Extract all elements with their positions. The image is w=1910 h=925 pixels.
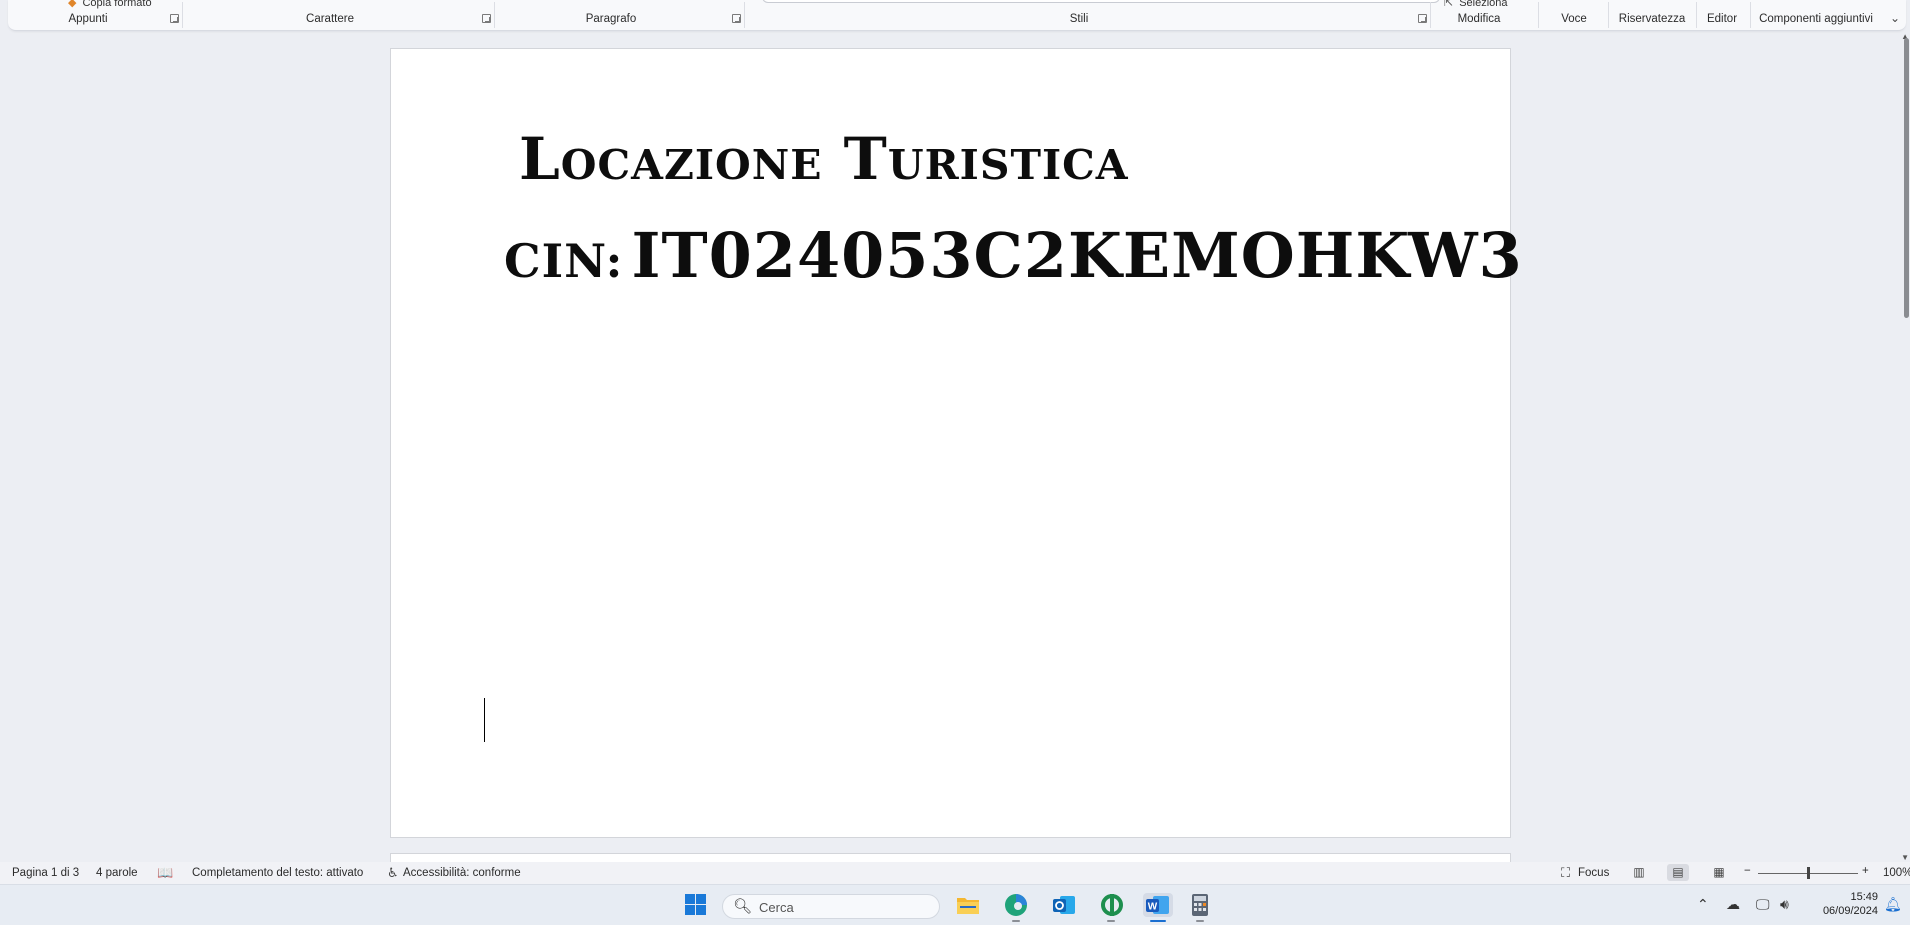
group-divider — [1696, 2, 1697, 28]
paintbrush-icon: ◆ — [68, 0, 77, 9]
outlook-graphic — [1053, 896, 1075, 914]
status-bar: Pagina 1 di 3 4 parole 📖 Completamento d… — [0, 862, 1910, 884]
zoom-slider-thumb[interactable] — [1807, 867, 1810, 879]
edge-graphic — [1005, 894, 1027, 916]
volume-icon[interactable]: 🔊︎ — [1780, 896, 1789, 913]
svg-text:W: W — [1148, 902, 1158, 913]
group-label-stili: Stili — [1069, 13, 1089, 25]
running-indicator — [1012, 920, 1020, 922]
search-placeholder: Cerca — [759, 900, 794, 915]
calculator-graphic — [1192, 894, 1208, 916]
group-divider — [182, 2, 183, 28]
accessibility-status[interactable]: Accessibilità: conforme — [403, 867, 521, 879]
word-icon[interactable]: W — [1143, 893, 1173, 917]
group-label-componenti: Componenti aggiuntivi — [1759, 13, 1873, 25]
format-painter-button[interactable]: ◆ Copia formato — [68, 0, 152, 9]
zoom-in-button[interactable]: + — [1862, 865, 1869, 877]
web-layout-icon[interactable]: ▦ — [1708, 864, 1730, 881]
windows-logo — [685, 894, 706, 915]
scrollbar-thumb[interactable] — [1904, 38, 1909, 318]
document-title-line: Locazione Turistica — [519, 125, 1129, 193]
group-divider — [1430, 2, 1431, 28]
green-app-icon[interactable] — [1099, 893, 1125, 917]
calculator-icon[interactable] — [1187, 893, 1213, 917]
green-app-graphic — [1101, 894, 1123, 916]
running-indicator — [1196, 920, 1204, 922]
group-label-carattere: Carattere — [306, 13, 354, 25]
group-divider — [494, 2, 495, 28]
group-label-paragrafo: Paragrafo — [585, 13, 637, 25]
document-page[interactable]: Locazione Turistica CIN: IT024053C2KEMOHK… — [390, 48, 1522, 838]
taskbar: 🔍︎ Cerca W ⌃ ☁ 🖵 🔊︎ 15:49 06/09/2024 🔔︎ — [0, 884, 1910, 925]
group-label-modifica: Modifica — [1457, 13, 1501, 25]
cin-label: CIN: — [504, 234, 624, 288]
group-divider — [1538, 2, 1539, 28]
focus-button[interactable]: Focus — [1578, 867, 1609, 879]
accessibility-icon: ♿ — [387, 865, 399, 880]
page-count[interactable]: Pagina 1 di 3 — [12, 867, 79, 879]
text-cursor — [484, 698, 485, 742]
text-prediction-status[interactable]: Completamento del testo: attivato — [192, 867, 363, 879]
dialog-launcher-icon[interactable] — [1418, 14, 1427, 23]
windows-start-icon[interactable] — [683, 893, 709, 917]
search-icon: 🔍︎ — [733, 898, 753, 915]
read-mode-icon[interactable]: ▥ — [1628, 864, 1650, 881]
group-label-riservatezza: Riservatezza — [1618, 13, 1686, 25]
group-label-editor: Editor — [1706, 13, 1738, 25]
cursor-select-icon: ⇱ — [1444, 0, 1454, 9]
zoom-out-button[interactable]: − — [1744, 865, 1751, 877]
vertical-scrollbar[interactable]: ▲ ▼ — [1900, 32, 1910, 862]
scroll-down-icon[interactable]: ▼ — [1901, 853, 1909, 862]
select-button[interactable]: ⇱ Seleziona — [1444, 0, 1508, 9]
outlook-icon[interactable] — [1051, 893, 1077, 917]
folder-graphic — [957, 898, 979, 914]
dialog-launcher-icon[interactable] — [482, 14, 491, 23]
onedrive-cloud-icon[interactable]: ☁ — [1726, 896, 1740, 913]
print-layout-icon[interactable]: ▤ — [1667, 864, 1689, 881]
dialog-launcher-icon[interactable] — [732, 14, 741, 23]
show-hidden-icons-chevron-icon[interactable]: ⌃ — [1697, 896, 1709, 913]
focus-icon: ⛶ — [1561, 865, 1571, 880]
styles-gallery[interactable] — [762, 0, 1440, 3]
document-cin-line: CIN: IT024053C2KEMOHKW3 — [504, 219, 1523, 292]
taskbar-search[interactable]: 🔍︎ Cerca — [722, 894, 940, 919]
notification-bell-icon[interactable]: 🔔︎ — [1884, 896, 1902, 913]
network-icon[interactable]: 🖵 — [1756, 896, 1770, 913]
book-proofing-icon[interactable]: 📖 — [157, 865, 173, 881]
dialog-launcher-icon[interactable] — [170, 14, 179, 23]
group-divider — [1608, 2, 1609, 28]
zoom-level[interactable]: 100% — [1883, 867, 1910, 879]
cin-code: IT024053C2KEMOHKW3 — [631, 219, 1523, 292]
clock-time: 15:49 — [1850, 891, 1878, 903]
group-label-voce: Voce — [1561, 13, 1587, 25]
clock[interactable]: 15:49 06/09/2024 — [1808, 890, 1878, 918]
group-divider — [744, 2, 745, 28]
file-explorer-icon[interactable] — [955, 893, 981, 917]
group-label-appunti: Appunti — [68, 13, 108, 25]
running-indicator — [1107, 920, 1115, 922]
collapse-ribbon-icon[interactable]: ⌄ — [1890, 11, 1900, 25]
group-divider — [1750, 2, 1751, 28]
word-count[interactable]: 4 parole — [96, 867, 138, 879]
word-graphic: W — [1146, 896, 1169, 914]
ribbon: ◆ Copia formato ⇱ Seleziona Appunti Caratt… — [8, 0, 1906, 31]
edge-icon[interactable] — [1003, 893, 1029, 917]
running-indicator-active — [1150, 920, 1166, 922]
clock-date: 06/09/2024 — [1822, 905, 1878, 917]
